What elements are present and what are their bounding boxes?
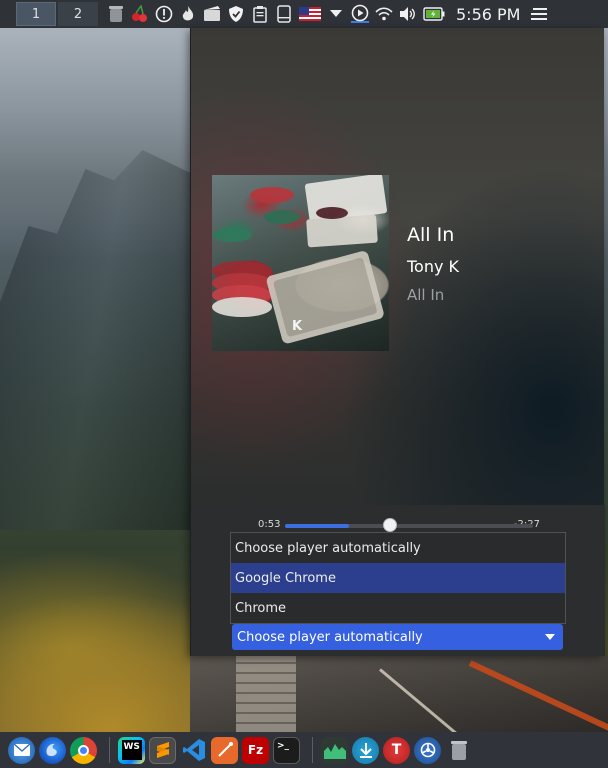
album-art-logo: K bbox=[292, 319, 303, 334]
seek-bar[interactable] bbox=[285, 524, 533, 528]
vscode-icon[interactable] bbox=[180, 737, 207, 764]
hamburger-menu-icon[interactable] bbox=[530, 5, 548, 23]
player-dropdown-list: Choose player automatically Google Chrom… bbox=[230, 532, 566, 624]
sublime-text-icon[interactable] bbox=[149, 736, 176, 764]
virtual-desktop-1-label: 1 bbox=[31, 6, 41, 22]
system-monitor-icon[interactable] bbox=[321, 736, 348, 764]
panel-clock[interactable]: 5:56 PM bbox=[456, 5, 520, 24]
player-select-value: Choose player automatically bbox=[237, 629, 423, 645]
flame-icon[interactable] bbox=[179, 5, 197, 23]
player-option-auto[interactable]: Choose player automatically bbox=[231, 533, 565, 563]
drive-icon[interactable] bbox=[275, 5, 293, 23]
downloader-icon[interactable] bbox=[352, 736, 379, 764]
dock-separator-2 bbox=[312, 737, 313, 763]
wifi-icon[interactable] bbox=[375, 5, 393, 23]
seek-bar-progress bbox=[285, 524, 349, 528]
dropdown-arrow-icon[interactable] bbox=[327, 5, 345, 23]
us-flag-icon[interactable] bbox=[299, 5, 321, 23]
elapsed-time: 0:53 bbox=[258, 519, 281, 530]
clipboard-icon[interactable] bbox=[251, 5, 269, 23]
player-select[interactable]: Choose player automatically bbox=[232, 624, 563, 650]
firefox-icon[interactable] bbox=[39, 736, 66, 764]
alert-icon[interactable] bbox=[155, 5, 173, 23]
player-option-chrome[interactable]: Chrome bbox=[231, 593, 565, 623]
bottom-dock: WS Fz >_ T bbox=[0, 732, 608, 768]
dock-separator bbox=[109, 737, 110, 763]
player-option-google-chrome[interactable]: Google Chrome bbox=[231, 563, 565, 593]
shield-icon[interactable] bbox=[227, 5, 245, 23]
track-title: All In bbox=[407, 224, 455, 246]
wallpaper-rocks bbox=[236, 656, 296, 732]
filezilla-icon[interactable]: Fz bbox=[242, 736, 269, 764]
settings-icon[interactable] bbox=[414, 736, 441, 764]
system-tray bbox=[104, 4, 448, 23]
virtual-desktop-1[interactable]: 1 bbox=[16, 2, 56, 26]
trash-icon[interactable] bbox=[107, 5, 125, 23]
typora-icon[interactable]: T bbox=[383, 736, 410, 764]
cherry-icon[interactable] bbox=[131, 5, 149, 23]
media-play-icon[interactable] bbox=[351, 4, 369, 23]
media-player-popup: K All In Tony K All In 0:53 -2:27 Choose… bbox=[190, 28, 605, 656]
top-panel: 1 2 5:56 PM bbox=[0, 0, 608, 28]
webstorm-icon[interactable]: WS bbox=[118, 736, 145, 764]
dock-trash-icon[interactable] bbox=[445, 737, 472, 764]
album-art: K bbox=[212, 175, 389, 351]
terminal-icon[interactable]: >_ bbox=[273, 736, 300, 764]
battery-icon[interactable] bbox=[423, 5, 445, 23]
chrome-icon[interactable] bbox=[70, 736, 97, 764]
track-artist: Tony K bbox=[407, 257, 460, 276]
screenshot-icon[interactable] bbox=[203, 5, 221, 23]
seek-handle[interactable] bbox=[383, 518, 397, 532]
virtual-desktop-2-label: 2 bbox=[73, 6, 83, 22]
mail-app-icon[interactable] bbox=[8, 736, 35, 764]
volume-icon[interactable] bbox=[399, 5, 417, 23]
virtual-desktop-2[interactable]: 2 bbox=[58, 2, 98, 26]
postman-icon[interactable] bbox=[211, 736, 238, 764]
chevron-down-icon bbox=[545, 634, 555, 640]
track-album: All In bbox=[407, 286, 445, 304]
